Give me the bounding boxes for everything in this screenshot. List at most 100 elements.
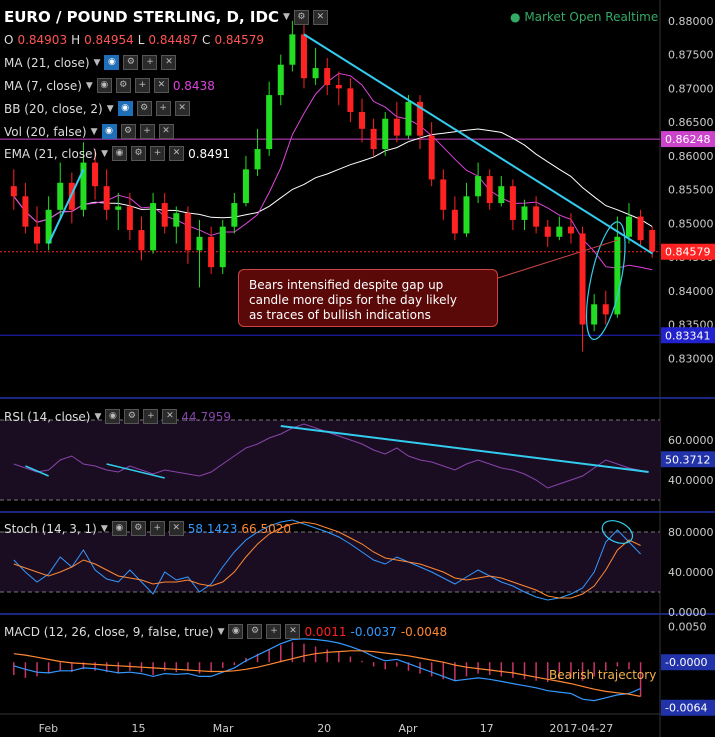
close-icon[interactable]: ✕: [162, 409, 178, 424]
candle-body: [208, 236, 215, 268]
chevron-down-icon[interactable]: ▼: [94, 58, 101, 68]
close-icon[interactable]: ✕: [153, 78, 169, 93]
chevron-down-icon[interactable]: ▼: [283, 12, 290, 22]
indicator-label: EMA (21, close): [4, 146, 98, 161]
close-icon[interactable]: ✕: [312, 9, 328, 25]
candle-body: [591, 304, 598, 325]
eye-icon[interactable]: ◉: [117, 101, 133, 116]
settings-icon[interactable]: ⚙: [124, 409, 140, 424]
indicator-vol[interactable]: Vol (20, false) ▼ ◉ ⚙ + ✕: [4, 124, 174, 139]
candle-body: [475, 176, 482, 197]
market-status: ● Market Open Realtime: [510, 10, 658, 24]
eye-icon[interactable]: ◉: [104, 55, 120, 70]
close-icon[interactable]: ✕: [161, 55, 177, 70]
candle-body: [347, 88, 354, 112]
candle-body: [219, 226, 226, 268]
candle-body: [556, 226, 563, 237]
macd-price-label: -0.0064: [665, 702, 707, 715]
chevron-down-icon[interactable]: ▼: [218, 627, 225, 637]
candle-body: [184, 213, 191, 251]
close-icon[interactable]: ✕: [174, 101, 190, 116]
candle-body: [126, 206, 133, 231]
macd-price-label: -0.0000: [665, 656, 707, 669]
market-status-text: Market Open: [524, 10, 602, 24]
plus-icon[interactable]: +: [150, 146, 166, 161]
settings-icon[interactable]: ⚙: [131, 146, 147, 161]
chevron-down-icon[interactable]: ▼: [107, 104, 114, 114]
eye-icon[interactable]: ◉: [228, 624, 244, 639]
settings-icon[interactable]: ⚙: [130, 521, 146, 536]
ohlc-close-value: 0.84579: [214, 33, 265, 47]
candle-body: [300, 34, 307, 79]
close-icon[interactable]: ✕: [169, 146, 185, 161]
settings-icon[interactable]: ⚙: [123, 55, 139, 70]
stoch-header[interactable]: Stoch (14, 3, 1) ▼ ◉ ⚙ + ✕ 58.1423 66.50…: [4, 521, 291, 536]
macd-header[interactable]: MACD (12, 26, close, 9, false, true) ▼ ◉…: [4, 624, 447, 639]
candle-body: [277, 64, 284, 96]
candle-body: [649, 230, 656, 252]
time-tick-label: Mar: [213, 722, 234, 735]
plus-icon[interactable]: +: [134, 78, 150, 93]
ohlc-open-value: 0.84903: [17, 33, 68, 47]
plus-icon[interactable]: +: [155, 101, 171, 116]
chevron-down-icon[interactable]: ▼: [91, 127, 98, 137]
time-tick-label: 20: [317, 722, 331, 735]
chevron-down-icon[interactable]: ▼: [101, 524, 108, 534]
candle-body: [115, 206, 122, 210]
macd-value: 0.0011: [304, 624, 347, 639]
close-icon[interactable]: ✕: [158, 124, 174, 139]
eye-icon[interactable]: ◉: [96, 78, 112, 93]
plus-icon[interactable]: +: [142, 55, 158, 70]
candle-body: [150, 203, 157, 251]
price-label: 0.84579: [665, 246, 711, 259]
candle-body: [34, 226, 41, 244]
time-tick-label: Feb: [39, 722, 58, 735]
candle-body: [533, 206, 540, 227]
indicator-label: MA (7, close): [4, 78, 82, 93]
ohlc-low-value: 0.84487: [148, 33, 199, 47]
close-icon[interactable]: ✕: [168, 521, 184, 536]
settings-icon[interactable]: ⚙: [247, 624, 263, 639]
ohlc-close-key: C: [202, 33, 211, 47]
chevron-down-icon[interactable]: ▼: [101, 149, 108, 159]
indicator-label: BB (20, close, 2): [4, 101, 103, 116]
plus-icon[interactable]: +: [149, 521, 165, 536]
settings-icon[interactable]: ⚙: [136, 101, 152, 116]
plus-icon[interactable]: +: [143, 409, 159, 424]
price-tick-label: 0.83000: [668, 352, 714, 365]
chevron-down-icon[interactable]: ▼: [94, 412, 101, 422]
stoch-k-value: 58.1423: [187, 521, 238, 536]
candle-body: [312, 68, 319, 79]
indicator-bb[interactable]: BB (20, close, 2) ▼ ◉ ⚙ + ✕: [4, 101, 190, 116]
eye-icon[interactable]: ◉: [101, 124, 117, 139]
market-mode-text: Realtime: [605, 10, 659, 24]
candle-body: [231, 203, 238, 227]
plus-icon[interactable]: +: [139, 124, 155, 139]
candle-body: [335, 84, 342, 89]
indicator-ma21[interactable]: MA (21, close) ▼ ◉ ⚙ + ✕: [4, 55, 177, 70]
candle-body: [602, 304, 609, 315]
indicator-ema[interactable]: EMA (21, close) ▼ ◉ ⚙ + ✕ 0.8491: [4, 146, 230, 161]
bearish-trajectory-label: Bearish trajectory: [549, 668, 657, 682]
plus-icon[interactable]: +: [266, 624, 282, 639]
time-tick-label: 2017-04-27: [549, 722, 613, 735]
indicator-ma7[interactable]: MA (7, close) ▼ ◉ ⚙ + ✕ 0.8438: [4, 78, 215, 93]
settings-icon[interactable]: ⚙: [115, 78, 131, 93]
settings-icon[interactable]: ⚙: [120, 124, 136, 139]
rsi-value: 44.7959: [181, 409, 232, 424]
candle-body: [625, 216, 632, 237]
close-icon[interactable]: ✕: [285, 624, 301, 639]
eye-icon[interactable]: ◉: [112, 146, 128, 161]
candle-body: [173, 213, 180, 227]
rsi-header[interactable]: RSI (14, close) ▼ ◉ ⚙ + ✕ 44.7959: [4, 409, 231, 424]
settings-icon[interactable]: ⚙: [293, 9, 309, 25]
candle-body: [92, 162, 99, 187]
chevron-down-icon[interactable]: ▼: [86, 81, 93, 91]
ohlc-high-key: H: [71, 33, 81, 47]
candle-body: [324, 68, 331, 85]
stoch-label: Stoch (14, 3, 1): [4, 521, 97, 536]
eye-icon[interactable]: ◉: [105, 409, 121, 424]
macd-tick-label: 0.0050: [668, 621, 707, 634]
rsi-label: RSI (14, close): [4, 409, 91, 424]
eye-icon[interactable]: ◉: [111, 521, 127, 536]
